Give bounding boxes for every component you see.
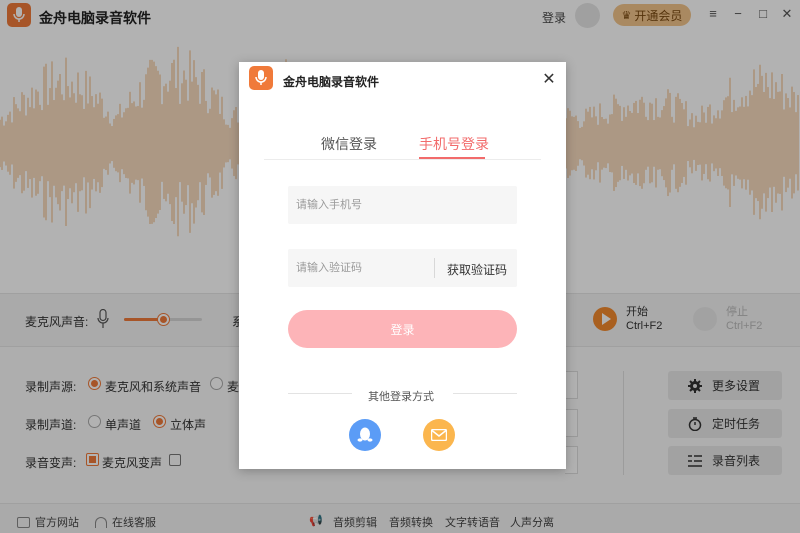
other-methods-label: 其他登录方式: [368, 391, 434, 403]
email-login-button[interactable]: [423, 419, 455, 451]
active-tab-underline: [419, 157, 485, 159]
mail-icon: [431, 429, 447, 441]
other-methods-line-left: [288, 393, 352, 394]
dialog-logo: [249, 66, 273, 90]
tab-phone-login[interactable]: 手机号登录: [419, 134, 489, 154]
phone-input[interactable]: [288, 186, 517, 224]
qq-icon: [357, 427, 373, 442]
login-button[interactable]: 登录: [288, 310, 517, 348]
dialog-title: 金舟电脑录音软件: [283, 75, 380, 89]
login-dialog: 金舟电脑录音软件 ✕ 微信登录 手机号登录 获取验证码 登录 其他登录方式: [239, 62, 566, 469]
dialog-close-icon[interactable]: ✕: [541, 72, 557, 88]
code-separator: [434, 258, 435, 278]
other-methods-line-right: [453, 393, 517, 394]
get-code-button[interactable]: 获取验证码: [447, 261, 507, 278]
tab-divider: [264, 159, 541, 160]
tab-wechat-login[interactable]: 微信登录: [321, 134, 377, 154]
qq-login-button[interactable]: [349, 419, 381, 451]
